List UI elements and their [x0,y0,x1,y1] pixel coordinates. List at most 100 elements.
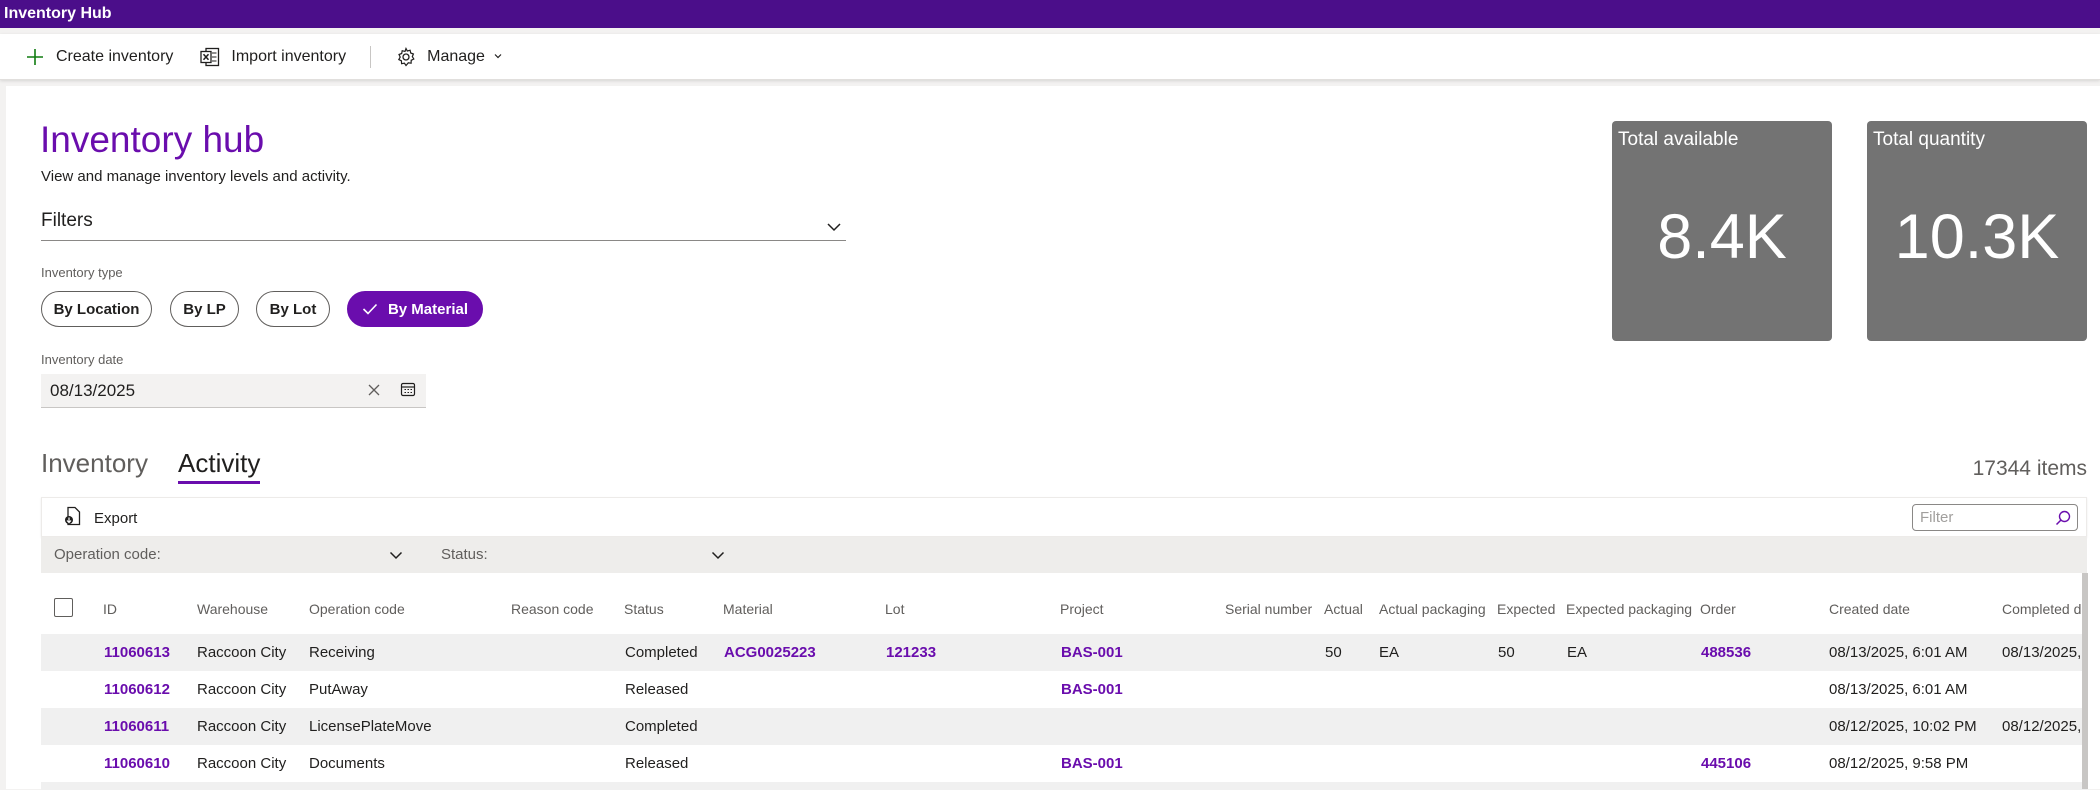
column-header[interactable]: Created date [1829,601,1910,617]
column-header[interactable]: Lot [885,601,904,617]
chevron-down-icon[interactable] [711,547,725,564]
column-header[interactable]: Actual [1324,601,1363,617]
checkmark-icon [362,303,378,315]
row-created: 08/13/2025, 6:01 AM [1829,681,1968,698]
column-header[interactable]: Serial number [1225,601,1312,617]
table-scrollbar[interactable] [2082,573,2088,789]
row-material-link[interactable]: ACG0025223 [724,644,816,661]
row-warehouse: Raccoon City [197,681,287,698]
items-count: 17344 items [1972,457,2087,480]
row-created: 08/12/2025, 10:02 PM [1829,718,1977,735]
kpi-value: 8.4K [1657,202,1787,272]
type-by-lp-pill[interactable]: By LP [170,291,239,327]
manage-menu-button[interactable]: Manage [395,34,503,80]
filters-label: Filters [41,210,93,231]
row-operation: PutAway [309,681,368,698]
row-expected: 50 [1498,644,1515,661]
plus-icon [24,46,46,68]
table-row[interactable]: 11060610 Raccoon City Documents Released… [41,745,2087,782]
table-row[interactable]: 11060612 Raccoon City PutAway Released B… [41,671,2087,708]
column-header[interactable]: Order [1700,601,1736,617]
inventory-date-label: Inventory date [41,352,124,367]
row-lot-link[interactable]: 121233 [886,644,936,661]
filters-expander[interactable]: Filters [41,210,846,241]
column-header[interactable]: Expected packaging [1566,601,1692,617]
row-status: Completed [625,644,698,661]
create-inventory-label: Create inventory [56,47,174,65]
kpi-label: Total quantity [1873,129,1985,150]
row-warehouse: Raccoon City [197,755,287,772]
page-title: Inventory hub [40,119,265,160]
row-operation: LicensePlateMove [309,718,432,735]
column-header[interactable]: Actual packaging [1379,601,1486,617]
inventory-date-field[interactable]: 08/13/2025 [41,374,426,408]
status-dropdown[interactable]: Status: [441,546,488,563]
row-id-link[interactable]: 11060611 [104,718,169,735]
row-project-link[interactable]: BAS-001 [1061,681,1123,698]
column-header[interactable]: Operation code [309,601,405,617]
export-button[interactable]: Export [64,506,137,530]
chevron-down-icon [493,48,503,66]
operation-code-dropdown[interactable]: Operation code: [54,546,161,563]
type-by-material-pill[interactable]: By Material [347,291,483,327]
row-expected-packaging: EA [1567,644,1588,661]
row-completed: 08/13/2025, 6:01 AM [2002,644,2087,661]
excel-icon [199,46,221,68]
row-order-link[interactable]: 488536 [1701,644,1751,661]
row-id-link[interactable]: 11060612 [104,681,170,698]
tab-inventory[interactable]: Inventory [41,448,148,479]
filter-placeholder: Filter [1920,509,1954,526]
column-header[interactable]: Material [723,601,773,617]
table-header: ID Warehouse Operation code Reason code … [41,588,2087,633]
grid-toolbar: Export Filter [41,497,2087,537]
import-inventory-label: Import inventory [231,47,347,65]
pill-label: By Material [387,300,469,318]
kpi-total-available: Total available 8.4K [1612,121,1832,341]
command-divider [370,45,372,68]
column-header[interactable]: Warehouse [197,601,268,617]
row-id-link[interactable]: 11060613 [104,644,170,661]
column-header[interactable]: Completed date [2002,601,2087,617]
grid-filter-input[interactable]: Filter [1912,504,2078,531]
row-created: 08/13/2025, 6:01 AM [1829,644,1968,661]
row-operation: Receiving [309,644,375,661]
row-order-link[interactable]: 445106 [1701,755,1751,772]
column-header[interactable]: Expected [1497,601,1555,617]
column-header[interactable]: Status [624,601,664,617]
pill-label: By Lot [269,300,317,318]
create-inventory-button[interactable]: Create inventory [24,34,173,80]
row-created: 08/12/2025, 9:58 PM [1829,755,1969,772]
table-row[interactable]: 11060611 Raccoon City LicensePlateMove C… [41,708,2087,745]
kpi-label: Total available [1618,129,1739,150]
calendar-icon[interactable] [400,381,416,402]
type-by-lot-pill[interactable]: By Lot [256,291,330,327]
row-project-link[interactable]: BAS-001 [1061,644,1123,661]
row-status: Released [625,755,689,772]
row-actual: 50 [1325,644,1342,661]
import-inventory-button[interactable]: Import inventory [199,34,346,80]
type-by-location-pill[interactable]: By Location [41,291,152,327]
row-warehouse: Raccoon City [197,718,287,735]
row-status: Completed [625,718,698,735]
clear-icon[interactable] [367,381,381,402]
column-header[interactable]: Project [1060,601,1104,617]
manage-label: Manage [427,47,485,65]
row-status: Released [625,681,689,698]
chevron-down-icon[interactable] [389,547,403,564]
row-project-link[interactable]: BAS-001 [1061,755,1123,772]
operation-code-label: Operation code: [54,546,161,563]
column-header[interactable]: ID [103,601,117,617]
row-completed: 08/12/2025, 10:02 PM [2002,718,2087,735]
select-all-checkbox[interactable] [54,598,73,617]
pill-label: By Location [53,300,140,318]
kpi-value: 10.3K [1894,202,2060,272]
column-header[interactable]: Reason code [511,601,594,617]
search-icon [2055,509,2071,534]
command-bar: Create inventory Import inventory Manage [0,34,2100,80]
kpi-total-quantity: Total quantity 10.3K [1867,121,2087,341]
inventory-date-value: 08/13/2025 [50,380,136,400]
inventory-type-label: Inventory type [41,265,123,280]
table-row[interactable]: 11060613 Raccoon City Receiving Complete… [41,634,2087,671]
row-id-link[interactable]: 11060610 [104,755,170,772]
tab-activity[interactable]: Activity [178,448,261,484]
